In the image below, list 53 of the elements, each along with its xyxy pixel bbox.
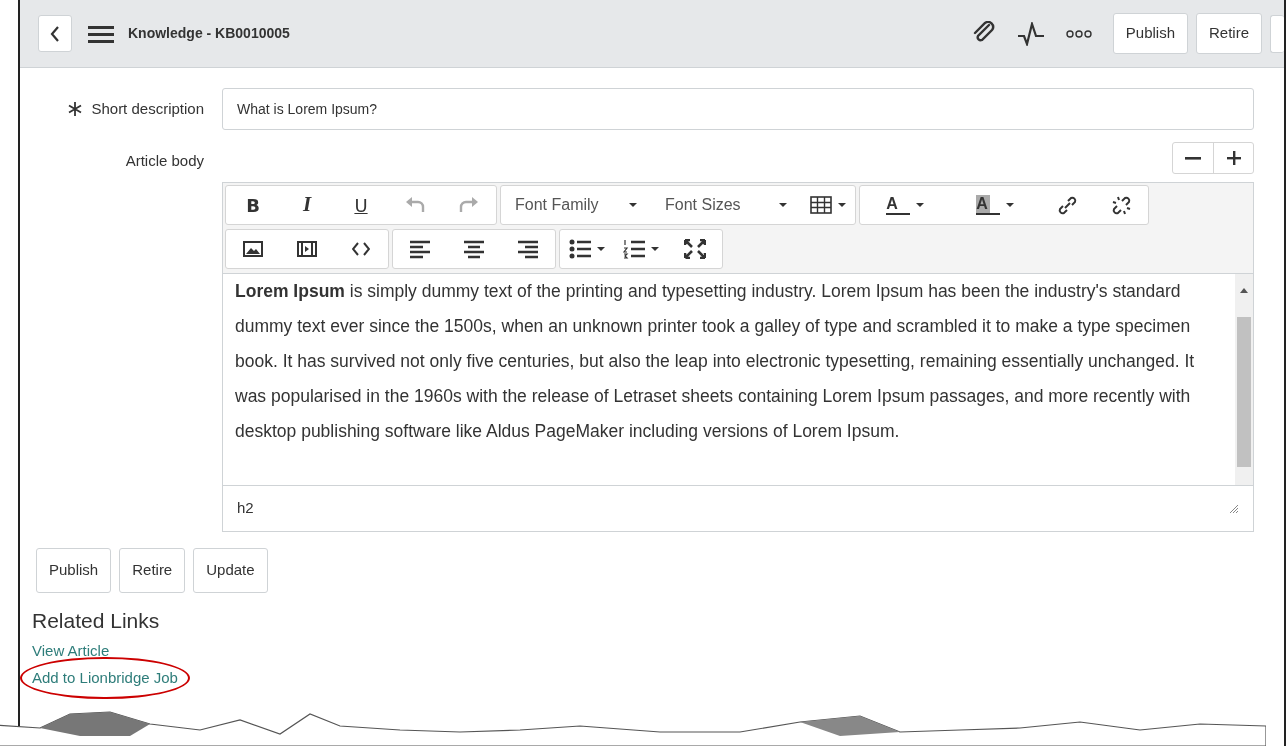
caret-icon <box>915 203 924 207</box>
related-link[interactable]: View Article <box>32 642 110 659</box>
link-icon <box>1056 194 1078 216</box>
activity-icon[interactable] <box>1016 21 1045 46</box>
menu-icon[interactable] <box>88 23 114 44</box>
header-button[interactable]: Retire <box>1196 13 1262 54</box>
back-button[interactable] <box>38 15 72 52</box>
numbered-list-icon <box>623 239 645 259</box>
code-icon <box>352 241 370 257</box>
related-link[interactable]: Add to Lionbridge Job <box>32 668 178 686</box>
text-color-button[interactable]: A <box>860 186 950 224</box>
chevron-left-icon <box>50 26 60 43</box>
caret-icon <box>597 247 605 251</box>
action-button[interactable]: Update <box>193 548 268 593</box>
highlight-color-button[interactable]: A <box>950 186 1040 224</box>
bullet-list-icon <box>569 239 591 259</box>
align-center-icon <box>464 239 484 259</box>
film-icon <box>297 241 317 257</box>
dropdown-button[interactable]: Font Family <box>501 186 651 224</box>
undo-icon <box>405 197 425 213</box>
scrollbar-thumb[interactable] <box>1237 317 1251 467</box>
short-description-field[interactable]: What is Lorem Ipsum? <box>222 88 1254 130</box>
table-icon <box>810 196 832 214</box>
section-title: Related Links <box>32 607 161 634</box>
scroll-up-icon <box>1240 287 1248 293</box>
page-title: Knowledge - KB0010005 <box>128 24 290 43</box>
italic-button[interactable]: I <box>280 186 334 224</box>
dropdown-button[interactable]: Font Sizes <box>651 186 801 224</box>
caret-icon <box>651 247 659 251</box>
header-button[interactable]: Publish <box>1112 13 1188 54</box>
align-right-icon <box>518 239 538 259</box>
resize-handle-icon[interactable] <box>1229 503 1239 514</box>
caret-icon <box>779 203 787 207</box>
caret-icon <box>838 203 846 207</box>
broken-link-icon <box>1110 194 1132 216</box>
field-label: Short description <box>91 98 204 119</box>
article-text[interactable]: Lorem Ipsum is simply dummy text of the printing and typesetting industry. Lorem Ipsum has been the industry's standard dummy text ever since the 1500s, when an unknown printer took a galley of type and scrambled it to make a type specimen book. It has survived not only five centuries, but also the leap into electronic typesetting, remaining essentially unchanged. It was popularised in the 1960s with the release of Letraset sheets containing Lorem Ipsum passages, and more recently with desktop publishing software like Aldus PageMaker including versions of Lorem Ipsum. <box>223 273 1235 485</box>
align-left-icon <box>410 239 430 259</box>
action-button[interactable]: Publish <box>36 548 112 593</box>
fullscreen-icon <box>684 239 706 259</box>
more-icon[interactable] <box>1064 28 1093 39</box>
element-path: h2 <box>237 498 254 519</box>
scrollbar[interactable] <box>1235 273 1253 485</box>
minus-icon <box>1185 156 1201 160</box>
redo-icon <box>459 197 479 213</box>
field-label: Article body <box>125 151 204 171</box>
underline-button[interactable]: U <box>334 186 388 224</box>
plus-icon <box>1225 150 1242 166</box>
action-button[interactable]: Retire <box>119 548 186 593</box>
caret-icon <box>1005 203 1014 207</box>
bold-button[interactable]: B <box>226 186 280 224</box>
image-icon <box>243 241 263 257</box>
caret-icon <box>629 203 637 207</box>
